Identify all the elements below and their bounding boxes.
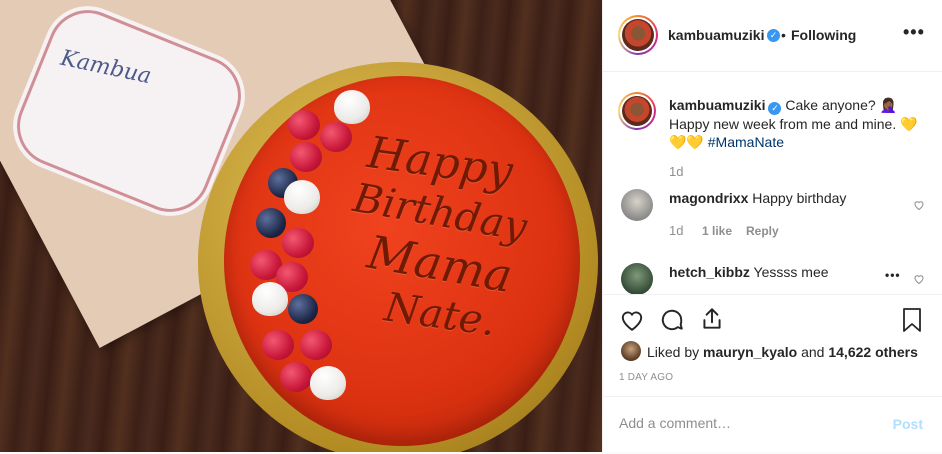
meringue — [284, 180, 320, 214]
liker-username[interactable]: mauryn_kyalo — [703, 344, 797, 360]
meringue — [334, 90, 370, 124]
caption-time[interactable]: 1d — [669, 164, 683, 179]
instagram-post-modal: Kambua Happy Birthday Mama Nate. kambuam… — [0, 0, 942, 452]
more-options-icon[interactable]: ••• — [903, 22, 925, 43]
add-comment-input[interactable] — [619, 415, 859, 431]
meringue — [252, 282, 288, 316]
header-separator: • — [781, 27, 786, 43]
commenter-avatar[interactable] — [621, 189, 653, 221]
post-date[interactable]: 1 DAY AGO — [619, 372, 673, 383]
comment-like-heart-icon[interactable] — [913, 199, 925, 211]
raspberry — [320, 122, 352, 152]
post-actions: Liked by mauryn_kyalo and 14,622 others … — [603, 294, 942, 453]
post-comment-button[interactable]: Post — [893, 416, 923, 432]
author-avatar[interactable] — [618, 15, 658, 55]
comment-username[interactable]: magondrixx — [669, 190, 748, 206]
author-username[interactable]: kambuamuziki — [668, 27, 764, 43]
comment-item: magondrixx Happy birthday — [669, 190, 899, 206]
comment-like-count[interactable]: 1 like — [702, 224, 732, 238]
liker-avatar[interactable] — [621, 341, 641, 361]
caption-username[interactable]: kambuamuziki — [669, 97, 765, 113]
caption-avatar[interactable] — [618, 92, 656, 130]
likes-prefix: Liked by — [647, 344, 700, 360]
comment-text: Yessss mee — [753, 264, 829, 280]
post-photo[interactable]: Kambua Happy Birthday Mama Nate. — [0, 0, 602, 452]
blueberry — [288, 294, 318, 324]
verified-badge-icon: ✓ — [768, 102, 782, 115]
caption-hashtag[interactable]: #MamaNate — [708, 134, 784, 150]
raspberry — [300, 330, 332, 360]
post-side-panel: kambuamuziki ✓ • Following ••• kambuamuz… — [602, 0, 942, 452]
verified-badge-icon: ✓ — [767, 29, 780, 42]
likes-summary: Liked by mauryn_kyalo and 14,622 others — [647, 344, 918, 360]
cake-inscription: Happy Birthday Mama Nate. — [330, 127, 550, 346]
share-icon[interactable] — [699, 306, 725, 332]
caption: kambuamuziki ✓ Cake anyone? 🤦🏾‍♀️ Happy n… — [669, 96, 925, 151]
raspberry — [288, 110, 320, 140]
comment-reply-button[interactable]: Reply — [746, 224, 779, 238]
comment-icon[interactable] — [659, 307, 685, 333]
raspberry — [280, 362, 312, 392]
add-comment-bar: Post — [603, 396, 942, 454]
raspberry — [290, 142, 322, 172]
comment-username[interactable]: hetch_kibbz — [669, 264, 750, 280]
post-header: kambuamuziki ✓ • Following ••• — [603, 0, 942, 72]
comment-item: hetch_kibbz Yessss mee — [669, 264, 879, 280]
comment-more-options-icon[interactable]: ••• — [885, 268, 901, 282]
likes-and: and — [801, 344, 825, 360]
blueberry — [256, 208, 286, 238]
raspberry — [282, 228, 314, 258]
following-button[interactable]: Following — [791, 27, 856, 43]
comment-time[interactable]: 1d — [669, 223, 683, 238]
raspberry — [262, 330, 294, 360]
heart-icon[interactable] — [619, 307, 645, 333]
comment-text: Happy birthday — [752, 190, 847, 206]
comment-like-heart-icon[interactable] — [913, 273, 925, 285]
likes-count[interactable]: 14,622 others — [828, 344, 918, 360]
meringue — [310, 366, 346, 400]
commenter-avatar[interactable] — [621, 263, 653, 294]
comments-list: kambuamuziki ✓ Cake anyone? 🤦🏾‍♀️ Happy n… — [603, 72, 942, 294]
bookmark-icon[interactable] — [900, 307, 924, 333]
